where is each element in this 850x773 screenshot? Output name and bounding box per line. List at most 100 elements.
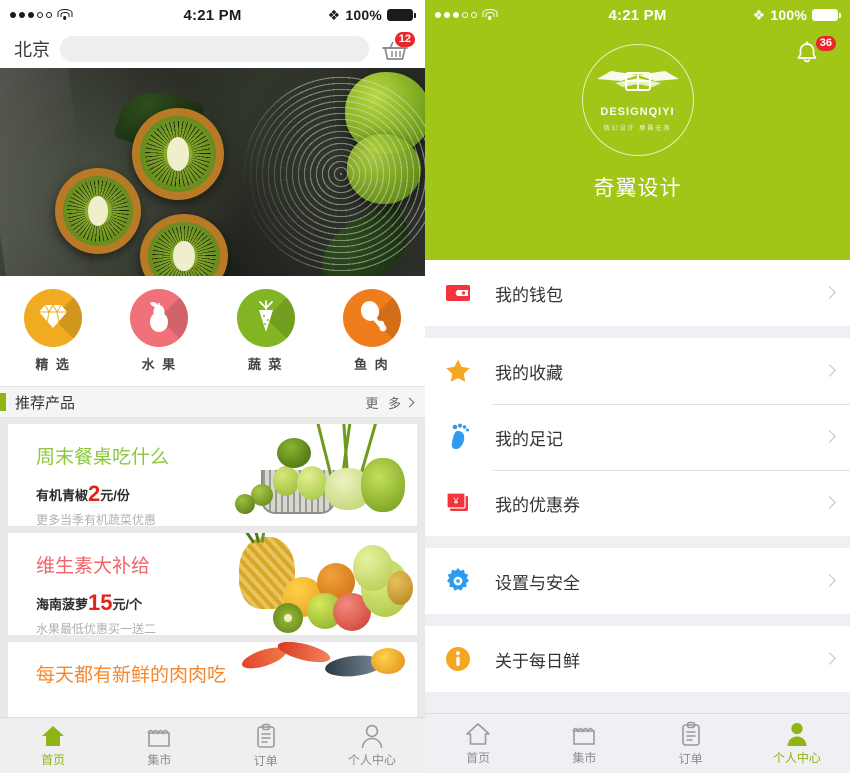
tab-home[interactable]: 首页: [425, 722, 531, 766]
home-icon: [466, 722, 490, 745]
person-icon: [787, 723, 807, 746]
tab-label: 首页: [41, 752, 66, 767]
category-label: 蔬 菜: [247, 357, 284, 372]
screenshot-stage: 4:21 PM ❖ 100% 北京 12 精 选 水 果 蔬 菜 鱼 肉 推荐产…: [0, 0, 850, 773]
chevron-right-icon: [823, 572, 836, 590]
promo-item-name: 海南菠萝: [36, 597, 89, 612]
bluetooth-icon: ❖: [327, 6, 341, 23]
tab-label: 个人中心: [347, 753, 396, 767]
promo-card-1[interactable]: 维生素大补给 海南菠萝15元/个 水果最低优惠买一送二: [8, 533, 417, 635]
promo-text: 每天都有新鲜的肉肉吃: [36, 660, 226, 699]
clipboard-icon: [256, 723, 275, 748]
menu-item-label: 关于每日鲜: [495, 651, 580, 671]
menu-item-footprints[interactable]: 我的足记: [425, 404, 850, 470]
profile-screen: 4:21 PM ❖ 100% 36 DESIGNQIYI 微幻设计 摩翼无限 奇…: [425, 0, 850, 773]
coupon-icon: ¥: [443, 488, 473, 518]
info-icon: [443, 644, 473, 674]
status-right: ❖ 100%: [327, 6, 416, 24]
menu-item-settings[interactable]: 设置与安全: [425, 548, 850, 614]
tab-orders[interactable]: 订单: [213, 723, 319, 769]
diamond-icon: [38, 302, 68, 335]
menu-item-coupons[interactable]: ¥ 我的优惠券: [425, 470, 850, 536]
menu-divider: [425, 326, 850, 338]
drumstick-icon: [357, 300, 387, 337]
logo-subtext: DESIGNQIYI: [600, 105, 675, 118]
promo-text: 周末餐桌吃什么 有机青椒2元/份 更多当季有机蔬菜优惠: [36, 442, 169, 526]
tab-label: 集市: [572, 750, 597, 765]
promo-card-0[interactable]: 周末餐桌吃什么 有机青椒2元/份 更多当季有机蔬菜优惠: [8, 424, 417, 526]
status-signal: [435, 9, 497, 21]
section-header: 推荐产品 更 多: [0, 386, 425, 418]
menu-item-label: 我的优惠券: [495, 495, 580, 515]
more-link[interactable]: 更 多: [365, 393, 415, 412]
promo-headline: 维生素大补给: [36, 556, 151, 577]
promo-price: 海南菠萝15元/个: [36, 590, 156, 616]
clipboard-icon: [681, 721, 700, 746]
category-item-2[interactable]: 蔬 菜: [213, 289, 319, 373]
battery-percent: 100%: [770, 7, 807, 23]
tab-orders[interactable]: 订单: [638, 721, 744, 767]
market-stall-icon: [572, 727, 596, 745]
hero-kiwi: [55, 168, 141, 254]
search-input[interactable]: [60, 36, 369, 62]
tab-label: 首页: [466, 750, 491, 765]
brand-logo: DESIGNQIYI 微幻设计 摩翼无限: [581, 44, 694, 156]
category-row: 精 选 水 果 蔬 菜 鱼 肉: [0, 276, 425, 386]
wallet-icon: [443, 278, 473, 308]
notifications-button[interactable]: 36: [792, 36, 836, 72]
hero-kiwi: [132, 108, 224, 200]
carrot-icon: [252, 299, 280, 338]
star-icon: [443, 356, 473, 386]
tab-bar-right: 首页 集市 订单 个人中心: [425, 713, 850, 773]
home-icon: [42, 725, 65, 746]
promo-price: 有机青椒2元/份: [36, 481, 169, 507]
person-icon: [361, 724, 383, 748]
hero-banner[interactable]: [0, 68, 425, 276]
tab-market[interactable]: 集市: [106, 724, 212, 768]
category-item-1[interactable]: 水 果: [106, 289, 212, 373]
category-icon-bg: [130, 289, 189, 347]
category-item-3[interactable]: 鱼 肉: [319, 289, 425, 373]
battery-icon: [387, 9, 416, 21]
menu-group-2: 设置与安全: [425, 548, 850, 614]
menu-item-wallet[interactable]: 我的钱包: [425, 260, 850, 326]
wifi-icon: [482, 9, 497, 21]
promo-price-number: 15: [88, 590, 113, 615]
promo-subtext: 更多当季有机蔬菜优惠: [36, 513, 157, 526]
status-bar-left: 4:21 PM ❖ 100%: [0, 0, 425, 30]
menu-divider: [425, 614, 850, 626]
status-signal: [10, 9, 72, 21]
cart-badge: 12: [394, 32, 415, 47]
chevron-right-icon: [823, 494, 836, 512]
footprint-icon: [443, 422, 473, 452]
svg-text:¥: ¥: [452, 496, 459, 506]
tab-label: 个人中心: [772, 751, 821, 765]
logo-slogan: 微幻设计 摩翼无限: [603, 125, 672, 132]
battery-icon: [812, 9, 841, 21]
menu-item-favorites[interactable]: 我的收藏: [425, 338, 850, 404]
tab-label: 订单: [678, 751, 703, 766]
promo-subtext: 水果最低优惠买一送二: [36, 622, 157, 635]
city-label[interactable]: 北京: [14, 36, 50, 62]
more-label: 更 多: [365, 395, 404, 411]
category-label: 精 选: [35, 357, 71, 372]
category-icon-bg: [342, 289, 401, 347]
tab-label: 订单: [253, 753, 278, 768]
gear-icon: [443, 566, 473, 596]
signal-dots-icon: [10, 12, 52, 18]
category-item-0[interactable]: 精 选: [0, 289, 106, 373]
market-stall-icon: [147, 729, 171, 747]
wings-logo-icon: [596, 70, 679, 91]
category-label: 鱼 肉: [354, 357, 390, 372]
top-bar: 北京 12: [0, 30, 425, 68]
menu-item-label: 我的收藏: [495, 363, 563, 383]
profile-menu: 我的钱包 我的收藏 我的足记 ¥ 我的优惠券 设置与安全 关于每日鲜: [425, 260, 850, 713]
cart-button[interactable]: 12: [379, 32, 415, 64]
tab-profile[interactable]: 个人中心: [319, 723, 425, 768]
tab-profile[interactable]: 个人中心: [744, 721, 850, 766]
menu-item-about[interactable]: 关于每日鲜: [425, 626, 850, 692]
signal-dots-icon: [435, 12, 477, 18]
tab-market[interactable]: 集市: [531, 722, 637, 766]
tab-home[interactable]: 首页: [0, 724, 106, 768]
promo-art-vegetables: [221, 424, 411, 526]
